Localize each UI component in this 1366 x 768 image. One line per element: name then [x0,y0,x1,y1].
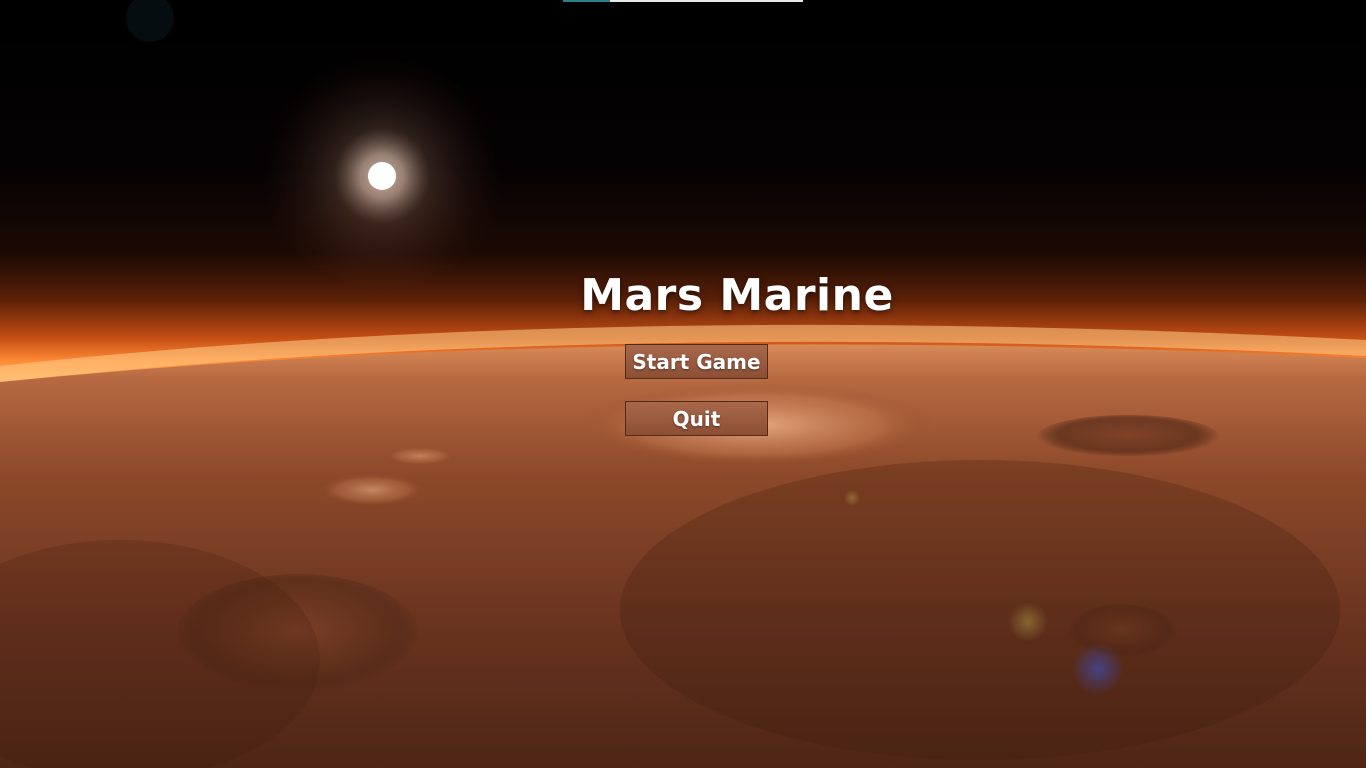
main-menu-screen: Mars Marine Start Game Quit [0,0,1366,768]
game-title: Mars Marine [54,270,1366,321]
quit-label: Quit [672,406,721,431]
start-game-label: Start Game [632,349,761,374]
start-game-button[interactable]: Start Game [625,344,768,379]
main-menu: Mars Marine Start Game Quit [0,0,1366,768]
quit-button[interactable]: Quit [625,401,768,436]
game-title-text: Mars Marine [580,270,894,321]
